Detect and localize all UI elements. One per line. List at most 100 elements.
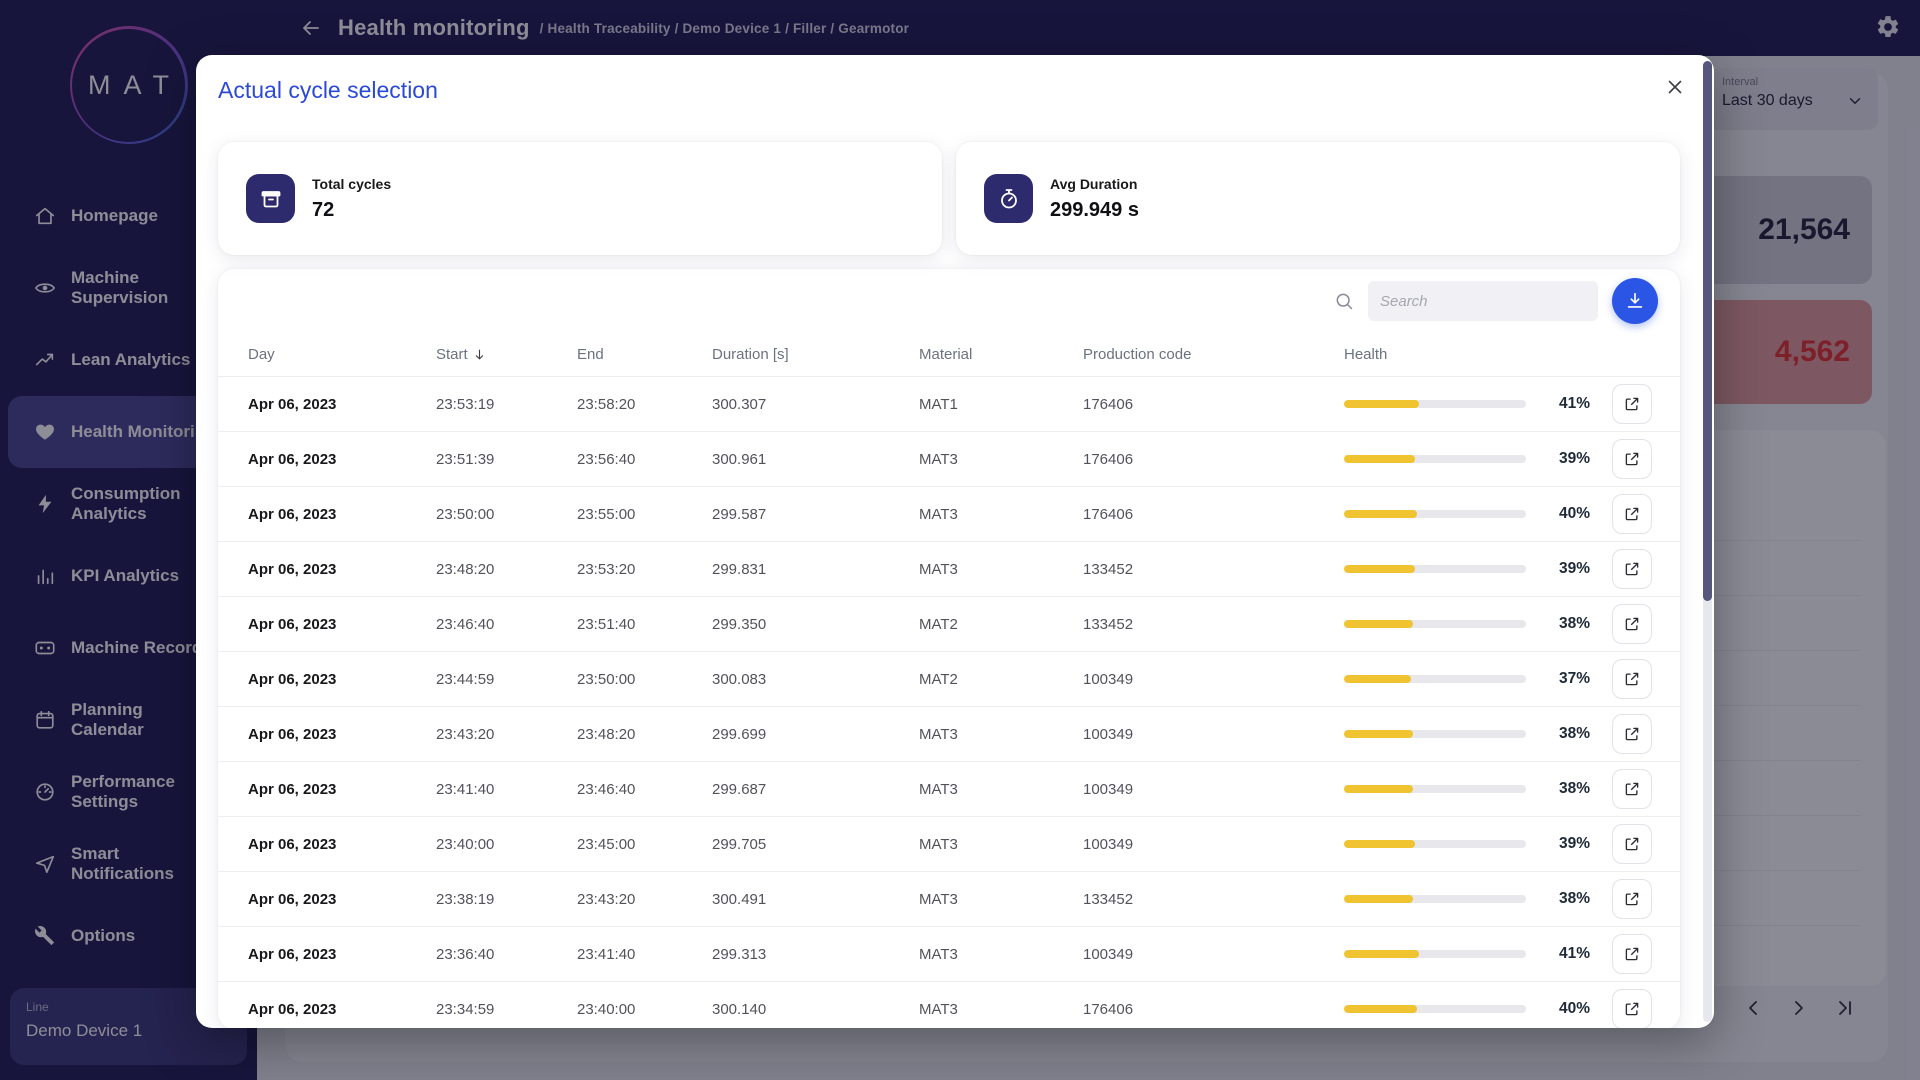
download-button[interactable] — [1612, 278, 1658, 324]
cell-day: Apr 06, 2023 — [248, 946, 436, 963]
cell-end: 23:50:00 — [577, 671, 712, 688]
col-header-day[interactable]: Day — [248, 346, 436, 363]
health-bar — [1344, 565, 1534, 573]
open-cycle-button[interactable] — [1612, 769, 1652, 809]
health-percent: 40% — [1534, 505, 1604, 523]
avg-duration-value: 299.949 s — [1050, 199, 1139, 222]
cell-end: 23:55:00 — [577, 506, 712, 523]
cell-day: Apr 06, 2023 — [248, 726, 436, 743]
health-bar — [1344, 840, 1534, 848]
open-cycle-button[interactable] — [1612, 494, 1652, 534]
table-row: Apr 06, 2023 23:48:20 23:53:20 299.831 M… — [218, 542, 1680, 597]
cell-day: Apr 06, 2023 — [248, 506, 436, 523]
table-row: Apr 06, 2023 23:40:00 23:45:00 299.705 M… — [218, 817, 1680, 872]
cell-material: MAT3 — [919, 506, 1083, 523]
table-row: Apr 06, 2023 23:36:40 23:41:40 299.313 M… — [218, 927, 1680, 982]
health-bar-track — [1344, 1005, 1526, 1013]
stats-row: Total cycles 72 Avg Duration 299.949 s — [218, 142, 1680, 255]
table-header: Day Start End Duration [s] Material Prod… — [218, 333, 1680, 377]
cell-duration: 299.831 — [712, 561, 919, 578]
search-input[interactable] — [1368, 281, 1598, 321]
external-link-icon — [1623, 560, 1641, 578]
table-row: Apr 06, 2023 23:53:19 23:58:20 300.307 M… — [218, 377, 1680, 432]
health-percent: 41% — [1534, 945, 1604, 963]
col-header-duration[interactable]: Duration [s] — [712, 346, 919, 363]
stopwatch-icon — [997, 187, 1021, 211]
col-header-end[interactable]: End — [577, 346, 712, 363]
col-header-health[interactable]: Health — [1344, 346, 1534, 363]
open-cycle-button[interactable] — [1612, 824, 1652, 864]
cell-day: Apr 06, 2023 — [248, 891, 436, 908]
close-button[interactable] — [1660, 73, 1690, 103]
open-cycle-button[interactable] — [1612, 384, 1652, 424]
health-bar-track — [1344, 675, 1526, 683]
table-toolbar — [218, 269, 1680, 333]
external-link-icon — [1623, 945, 1641, 963]
cell-material: MAT3 — [919, 891, 1083, 908]
open-cycle-button[interactable] — [1612, 659, 1652, 699]
external-link-icon — [1623, 450, 1641, 468]
open-cycle-button[interactable] — [1612, 989, 1652, 1028]
table-row: Apr 06, 2023 23:34:59 23:40:00 300.140 M… — [218, 982, 1680, 1028]
open-cycle-button[interactable] — [1612, 714, 1652, 754]
health-bar-fill — [1344, 785, 1413, 793]
external-link-icon — [1623, 505, 1641, 523]
cell-production-code: 133452 — [1083, 891, 1344, 908]
cycles-table-card: Day Start End Duration [s] Material Prod… — [218, 269, 1680, 1028]
cell-duration: 299.699 — [712, 726, 919, 743]
cell-day: Apr 06, 2023 — [248, 451, 436, 468]
cell-day: Apr 06, 2023 — [248, 561, 436, 578]
cell-material: MAT3 — [919, 946, 1083, 963]
cell-start: 23:34:59 — [436, 1001, 577, 1018]
open-cycle-button[interactable] — [1612, 549, 1652, 589]
open-cycle-button[interactable] — [1612, 604, 1652, 644]
external-link-icon — [1623, 725, 1641, 743]
search-icon — [1334, 291, 1354, 311]
modal-scrollbar-thumb[interactable] — [1703, 61, 1712, 601]
cell-start: 23:40:00 — [436, 836, 577, 853]
cell-day: Apr 06, 2023 — [248, 781, 436, 798]
table-row: Apr 06, 2023 23:50:00 23:55:00 299.587 M… — [218, 487, 1680, 542]
open-cycle-button[interactable] — [1612, 934, 1652, 974]
health-percent: 37% — [1534, 670, 1604, 688]
cell-start: 23:41:40 — [436, 781, 577, 798]
cell-duration: 299.705 — [712, 836, 919, 853]
health-bar-track — [1344, 950, 1526, 958]
health-bar — [1344, 950, 1534, 958]
stat-icon-box — [246, 174, 295, 223]
cell-material: MAT3 — [919, 781, 1083, 798]
cell-start: 23:53:19 — [436, 396, 577, 413]
cell-end: 23:46:40 — [577, 781, 712, 798]
col-header-production-code[interactable]: Production code — [1083, 346, 1344, 363]
external-link-icon — [1623, 670, 1641, 688]
health-bar-fill — [1344, 620, 1413, 628]
external-link-icon — [1623, 890, 1641, 908]
cell-production-code: 176406 — [1083, 396, 1344, 413]
total-cycles-card: Total cycles 72 — [218, 142, 942, 255]
cell-duration: 299.587 — [712, 506, 919, 523]
health-bar-fill — [1344, 400, 1419, 408]
health-bar — [1344, 1005, 1534, 1013]
cell-material: MAT3 — [919, 1001, 1083, 1018]
cycles-table-body: Apr 06, 2023 23:53:19 23:58:20 300.307 M… — [218, 377, 1680, 1028]
cell-duration: 299.350 — [712, 616, 919, 633]
health-percent: 39% — [1534, 450, 1604, 468]
health-percent: 39% — [1534, 560, 1604, 578]
health-bar-track — [1344, 785, 1526, 793]
cell-production-code: 100349 — [1083, 781, 1344, 798]
cell-start: 23:44:59 — [436, 671, 577, 688]
cell-start: 23:38:19 — [436, 891, 577, 908]
col-header-material[interactable]: Material — [919, 346, 1083, 363]
download-icon — [1624, 290, 1646, 312]
open-cycle-button[interactable] — [1612, 879, 1652, 919]
health-bar-fill — [1344, 455, 1415, 463]
table-row: Apr 06, 2023 23:44:59 23:50:00 300.083 M… — [218, 652, 1680, 707]
health-bar — [1344, 620, 1534, 628]
col-header-start[interactable]: Start — [436, 346, 577, 363]
cell-material: MAT1 — [919, 396, 1083, 413]
cycle-selection-modal: Actual cycle selection Total cycles 72 A… — [196, 55, 1714, 1028]
cell-end: 23:48:20 — [577, 726, 712, 743]
health-bar-fill — [1344, 1005, 1417, 1013]
cell-duration: 300.083 — [712, 671, 919, 688]
open-cycle-button[interactable] — [1612, 439, 1652, 479]
